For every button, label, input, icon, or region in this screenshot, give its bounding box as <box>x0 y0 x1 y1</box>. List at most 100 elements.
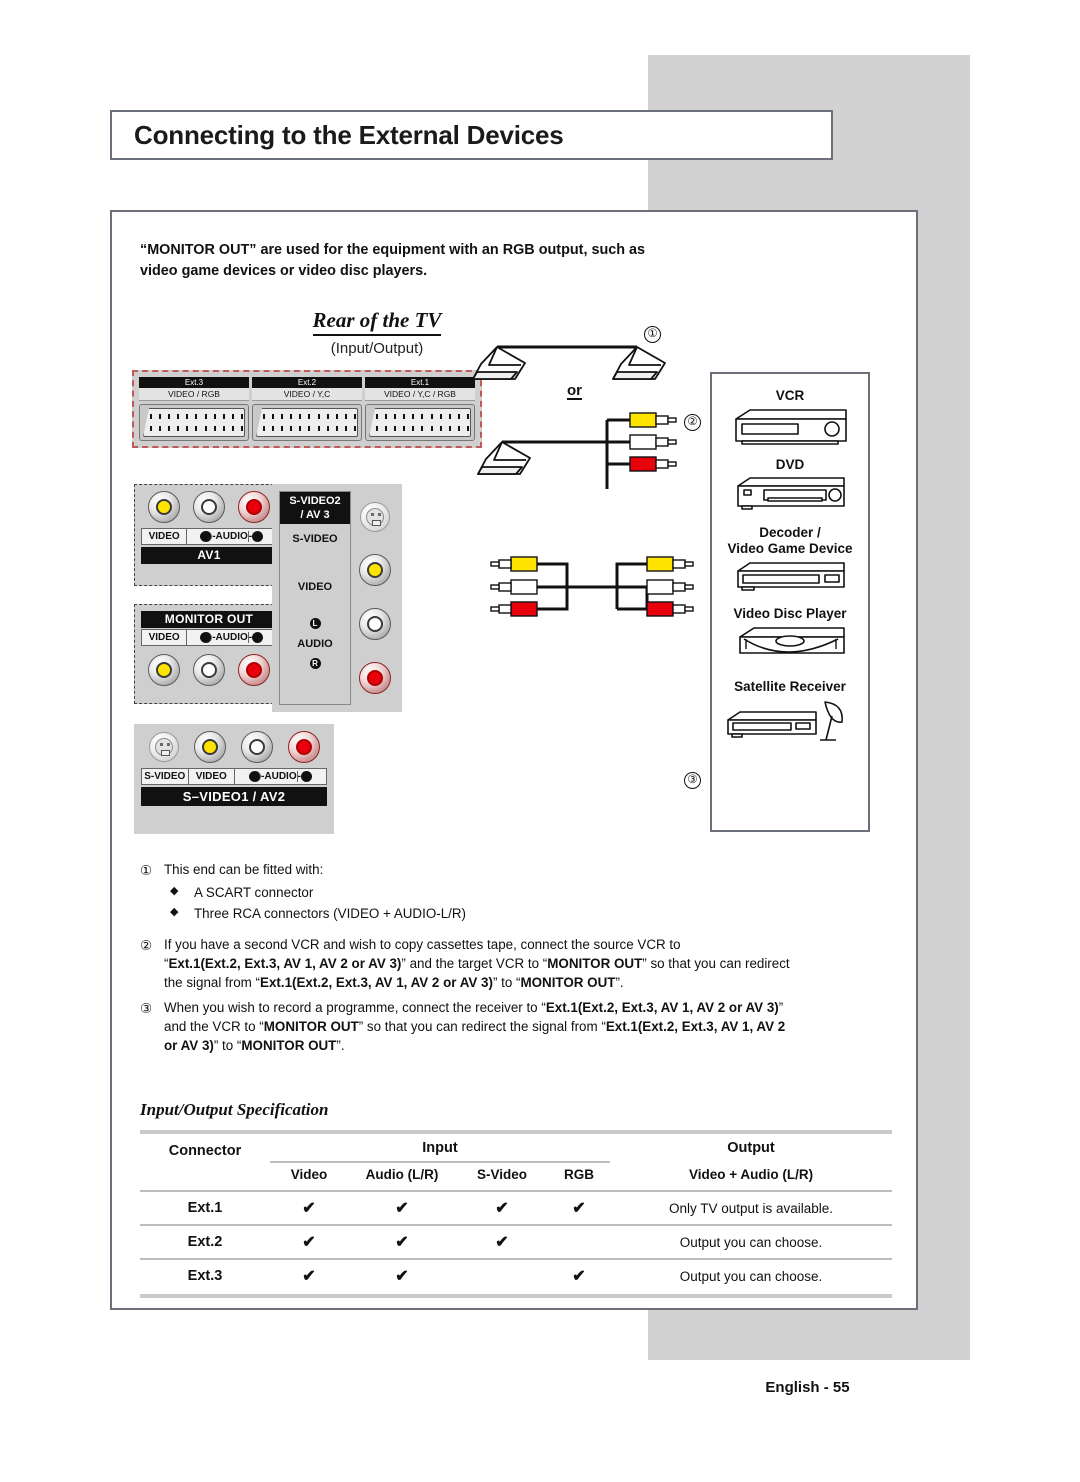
rca-audio-left-jack-icon <box>240 731 273 763</box>
svideo1-audio-label: L -AUDIO- R <box>235 769 326 784</box>
audio-right-badge: R <box>309 658 321 670</box>
rca-plug-red-icon <box>490 601 538 617</box>
av1-audio-label: L -AUDIO- R <box>187 529 276 544</box>
audio-right-badge: R <box>252 631 264 645</box>
scart-plug-icon <box>252 404 362 441</box>
note-1: ① This end can be fitted with: <box>140 860 900 880</box>
diamond-bullet-icon: ◆ <box>170 905 179 918</box>
note-2-monitor-ref: MONITOR OUT <box>520 974 616 990</box>
cell-svideo-check: ✔ <box>495 1200 509 1217</box>
subheader-svideo: S-Video <box>476 1167 527 1182</box>
rca-plug-red-icon <box>629 456 677 472</box>
svideo1-svideo-label: S-VIDEO <box>142 769 189 784</box>
subheader-output: Video + Audio (L/R) <box>688 1167 814 1182</box>
rca-audio-left-jack-icon <box>192 491 225 523</box>
rca-video-jack-icon <box>147 491 180 523</box>
scart-ext3-name: Ext.3 <box>139 377 249 388</box>
s-video-jack-icon <box>148 732 179 762</box>
header-connector: Connector <box>168 1142 242 1159</box>
rca-audio-right-jack-icon <box>287 731 320 763</box>
scart-plug-left-icon <box>472 346 526 380</box>
cell-output-text: Output you can choose. <box>679 1268 823 1284</box>
rca-video-jack-icon <box>147 654 180 686</box>
dvd-icon <box>736 477 845 510</box>
cell-audio-check: ✔ <box>395 1234 409 1251</box>
note-2-line-1: If you have a second VCR and wish to cop… <box>164 936 681 952</box>
audio-left-badge: L <box>249 770 262 784</box>
cell-audio-check: ✔ <box>395 1200 409 1217</box>
bullet-text: A SCART connector <box>194 885 314 901</box>
rca-audio-right-jack-icon <box>238 654 271 686</box>
av1-title: AV1 <box>141 547 277 564</box>
rca-plug-yellow-icon <box>490 556 538 572</box>
svideo2-av3-jack-panel: S-VIDEO2 / AV 3 S-VIDEO VIDEO L AUDIO R <box>272 484 402 712</box>
manual-page: Connecting to the External Devices “MONI… <box>0 0 1080 1482</box>
scart-ext2-signals: VIDEO / Y,C <box>252 388 362 401</box>
rca-plug-white-icon <box>646 579 694 595</box>
av1-jacks <box>141 491 277 523</box>
table-row: Ext.2 ✔ ✔ ✔ Output you can choose. <box>140 1226 892 1258</box>
satellite-receiver-icon <box>727 701 843 741</box>
svideo1-audio-text: AUDIO <box>264 771 298 782</box>
table-row: Ext.3 ✔ ✔ ✔ Output you can choose. <box>140 1260 892 1292</box>
rear-of-tv-title: Rear of the TV <box>312 308 442 336</box>
note-2-marker: ② <box>140 937 153 953</box>
monitor-out-audio-label: L -AUDIO- R <box>187 630 276 645</box>
note-3-ext-ref: Ext.1(Ext.2, Ext.3, AV 1, AV 2 <box>605 1018 786 1034</box>
rca-plug-yellow-icon <box>646 556 694 572</box>
rca-audio-left-jack-icon <box>358 608 391 640</box>
svideo1-title: S–VIDEO1 / AV2 <box>141 787 327 806</box>
cell-output-text: Output you can choose. <box>679 1234 823 1250</box>
monitor-out-audio-text: AUDIO <box>215 632 249 643</box>
spec-table: Connector Input Output Video Audio (L/R)… <box>140 1130 892 1298</box>
rca-video-jack-icon <box>193 731 226 763</box>
scart-ext1: Ext.1 VIDEO / Y,C / RGB <box>365 377 475 441</box>
page-title: Connecting to the External Devices <box>134 119 564 150</box>
subheader-video: Video <box>290 1167 328 1182</box>
audio-left-badge: L <box>309 618 321 630</box>
bullet-text: Three RCA connectors (VIDEO + AUDIO-L/R) <box>194 905 466 921</box>
note-2-monitor-ref: MONITOR OUT <box>547 955 643 971</box>
monitor-out-labels: VIDEO L -AUDIO- R <box>141 629 277 646</box>
audio-left-badge: L <box>200 530 213 544</box>
header-input-group: Input <box>422 1140 458 1156</box>
note-3: ③ When you wish to record a programme, c… <box>140 998 900 1055</box>
table-row: Ext.1 ✔ ✔ ✔ ✔ Only TV output is availabl… <box>140 1192 892 1224</box>
monitor-out-video-label: VIDEO <box>142 630 188 645</box>
content-frame: “MONITOR OUT” are used for the equipment… <box>110 210 918 1310</box>
intro-note: “MONITOR OUT” are used for the equipment… <box>140 240 800 282</box>
intro-line-1: “MONITOR OUT” are used for the equipment… <box>140 242 646 258</box>
device-label-satellite: Satellite Receiver <box>734 678 846 694</box>
subheader-rgb: RGB <box>564 1167 594 1182</box>
cell-video-check: ✔ <box>302 1200 316 1217</box>
rear-of-tv-subtitle: (Input/Output) <box>330 340 424 357</box>
av1-labels: VIDEO L -AUDIO- R <box>141 528 277 545</box>
cell-rgb-check: ✔ <box>572 1200 586 1217</box>
scart-plug-icon <box>477 441 531 475</box>
vcr-icon <box>734 408 847 445</box>
table-header-group-row: Connector Input Output <box>140 1134 892 1159</box>
scart-plug-icon <box>139 404 249 441</box>
av1-audio-text: AUDIO <box>215 531 249 542</box>
device-marker-2: ② <box>684 412 701 431</box>
svideo2-title: S-VIDEO2 / AV 3 <box>280 492 350 524</box>
note-1-text: This end can be fitted with: <box>164 862 324 877</box>
scart-connector-block: Ext.3 VIDEO / RGB Ext.2 VIDEO / Y,C Ext.… <box>132 370 482 448</box>
diamond-bullet-icon: ◆ <box>170 885 179 898</box>
instruction-notes: ① This end can be fitted with: ◆ A SCART… <box>140 860 900 1058</box>
scart-plug-icon <box>365 404 475 441</box>
cell-audio-check: ✔ <box>395 1268 409 1285</box>
svideo2-label-column: S-VIDEO2 / AV 3 S-VIDEO VIDEO L AUDIO R <box>279 491 351 705</box>
cell-video-check: ✔ <box>302 1234 316 1251</box>
cell-rgb-empty <box>548 1226 610 1258</box>
rca-plug-white-icon <box>629 434 677 450</box>
svideo2-video-label: VIDEO <box>297 581 333 593</box>
svideo1-av2-jack-panel: S-VIDEO VIDEO L -AUDIO- R S–VIDEO1 / AV2 <box>134 724 334 834</box>
note-3-marker: ③ <box>140 1000 153 1016</box>
page-title-box: Connecting to the External Devices <box>110 110 833 160</box>
bullet-item: ◆ A SCART connector <box>170 883 900 904</box>
svideo2-title-line2: / AV 3 <box>300 509 330 521</box>
rca-audio-right-jack-icon <box>238 491 271 523</box>
audio-left-badge: L <box>200 631 213 645</box>
note-2-text: If you have a second VCR and wish to cop… <box>164 936 790 990</box>
